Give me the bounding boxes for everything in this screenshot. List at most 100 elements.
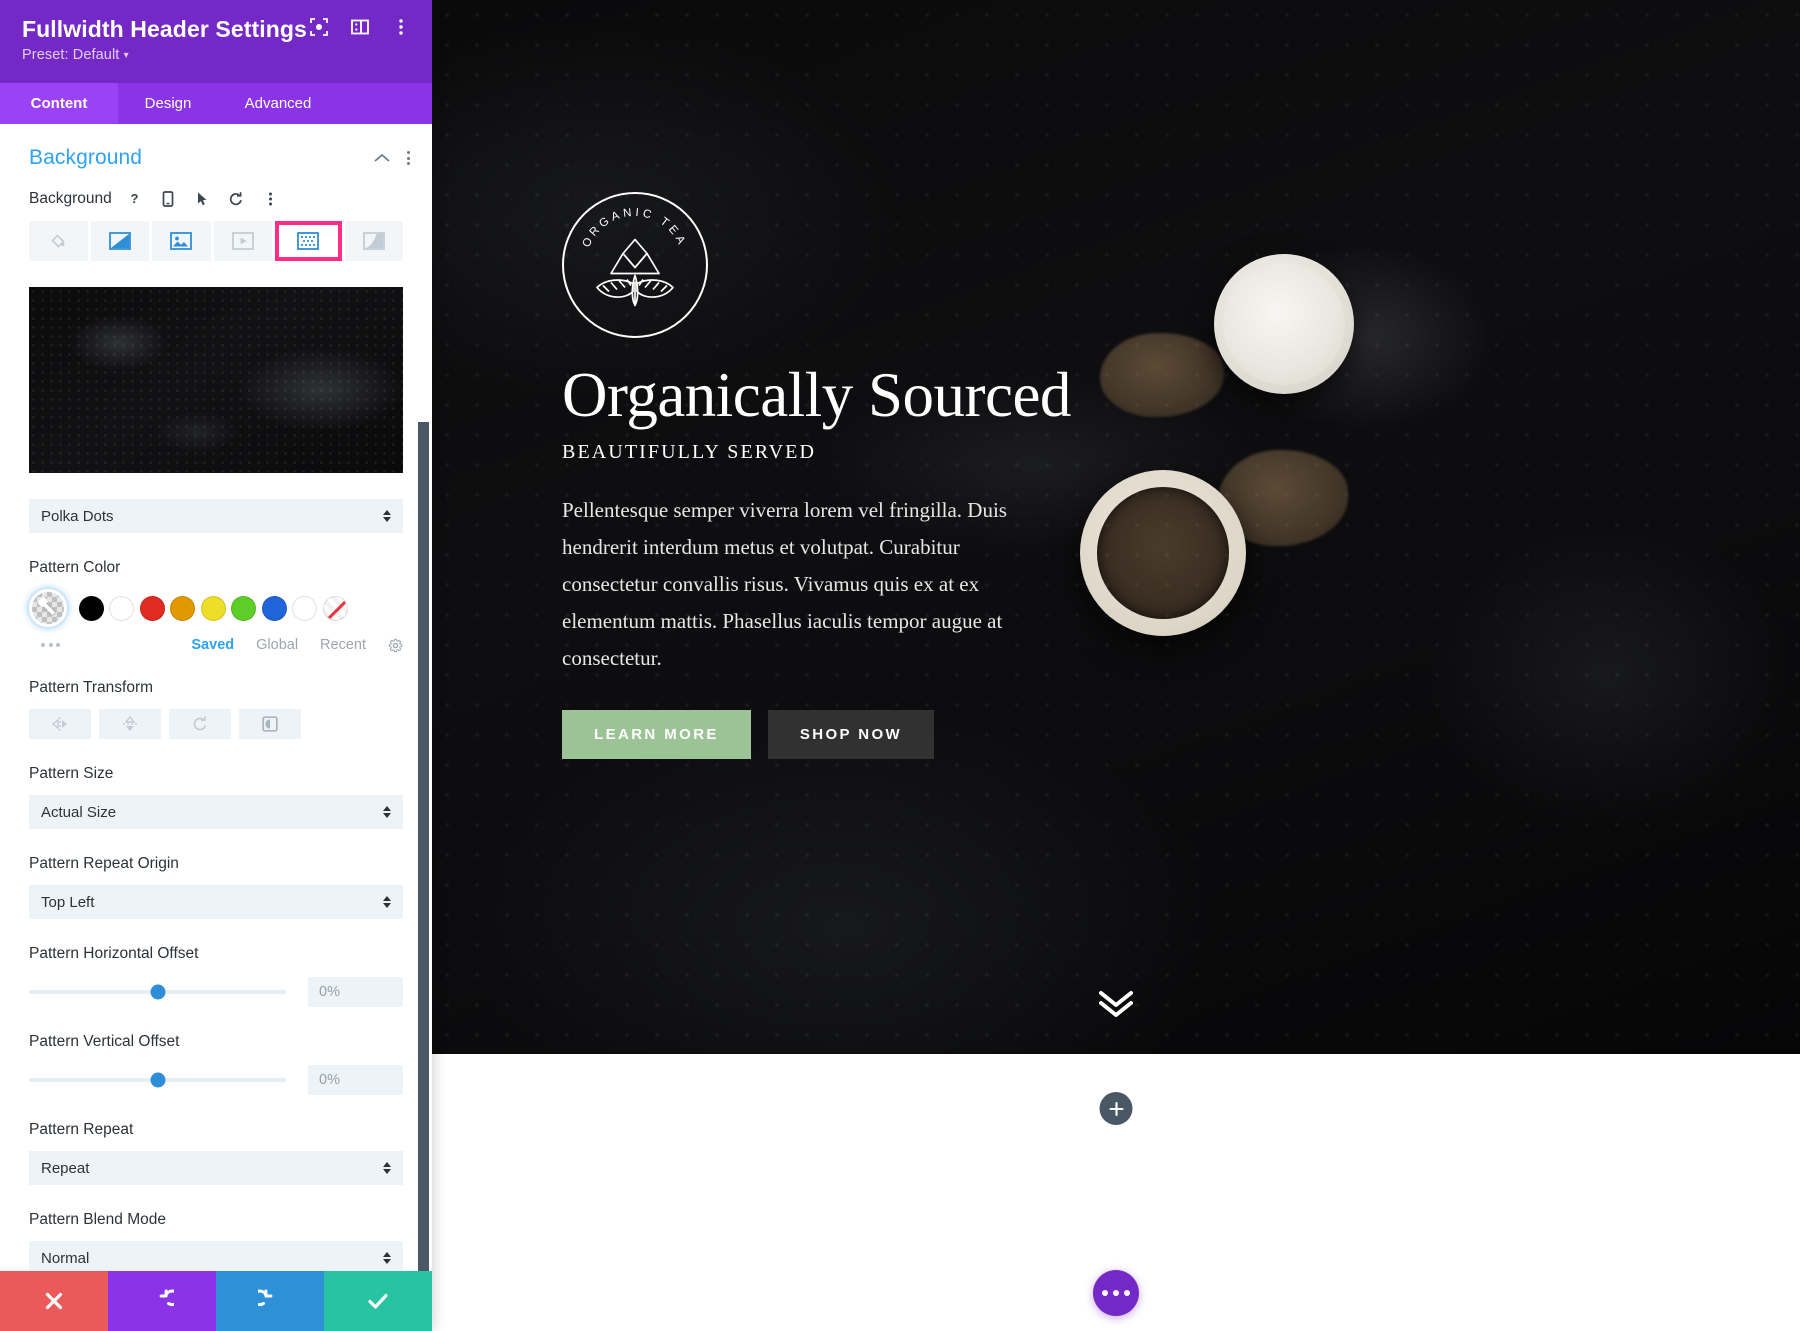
help-icon[interactable]: ? — [123, 187, 146, 210]
builder-body — [432, 1054, 1800, 1331]
preset-label: Preset: Default — [22, 47, 120, 63]
pattern-horizontal-offset-label: Pattern Horizontal Offset — [29, 945, 199, 962]
swatch-white[interactable] — [109, 595, 134, 621]
more-options-icon[interactable] — [407, 151, 410, 165]
background-color-tab[interactable] — [29, 221, 88, 261]
color-picker-eyedropper[interactable] — [29, 589, 67, 627]
save-button[interactable] — [324, 1271, 432, 1331]
tab-advanced[interactable]: Advanced — [218, 83, 338, 124]
no-color-swatch[interactable] — [322, 595, 348, 621]
fullwidth-header-module[interactable]: ORGANIC TEA Organically Sourced BEAUTIFU… — [432, 0, 1800, 1054]
panel-scrollbar[interactable] — [418, 422, 429, 1271]
swatch-black[interactable] — [78, 595, 104, 621]
redo-icon — [258, 1289, 273, 1307]
more-colors-icon[interactable] — [41, 643, 60, 647]
add-row-button[interactable] — [1099, 1092, 1133, 1125]
section-title: Background — [29, 146, 143, 169]
vertical-offset-slider[interactable] — [29, 1072, 286, 1088]
invert-button[interactable] — [239, 709, 301, 739]
pattern-size-select[interactable]: Actual Size — [29, 795, 403, 829]
settings-panel: Background Background ? Polka Dots Patte… — [0, 124, 432, 1271]
plus-icon — [1108, 1101, 1124, 1116]
slider-handle[interactable] — [150, 1072, 165, 1088]
pattern-repeat-select[interactable]: Repeat — [29, 1151, 403, 1185]
swatch-yellow[interactable] — [200, 595, 226, 621]
builder-menu-button[interactable] — [1093, 1270, 1139, 1316]
svg-text:?: ? — [130, 191, 138, 206]
flip-vertical-button[interactable] — [99, 709, 161, 739]
preset-selector[interactable]: Preset: Default ▾ — [22, 47, 410, 63]
background-gradient-tab[interactable] — [90, 221, 149, 261]
hero-buttons: LEARN MORE SHOP NOW — [562, 710, 1162, 759]
pattern-blend-mode-select[interactable]: Normal — [29, 1241, 403, 1271]
color-tab-recent[interactable]: Recent — [320, 637, 366, 653]
learn-more-button[interactable]: LEARN MORE — [562, 710, 751, 759]
chevron-updown-icon — [383, 1162, 391, 1174]
ellipsis-dot — [1102, 1290, 1108, 1296]
more-options-icon[interactable] — [390, 16, 412, 38]
rotate-button[interactable] — [169, 709, 231, 739]
shop-now-button[interactable]: SHOP NOW — [767, 710, 935, 759]
pattern-repeat-origin-label: Pattern Repeat Origin — [29, 855, 179, 872]
reset-icon[interactable] — [225, 187, 248, 210]
layout-toggle-icon[interactable] — [349, 16, 371, 38]
gear-icon[interactable] — [388, 638, 403, 653]
mountain-leaf-mark — [583, 233, 687, 314]
swatch-orange[interactable] — [170, 595, 195, 621]
ellipsis-dot — [1124, 1290, 1130, 1296]
modal-action-bar — [0, 1271, 432, 1331]
background-field-label: Background — [29, 189, 112, 207]
chevron-updown-icon — [383, 510, 391, 522]
responsive-icon[interactable] — [157, 187, 180, 210]
chevron-updown-icon — [383, 896, 391, 908]
tab-content[interactable]: Content — [0, 83, 118, 124]
check-icon — [368, 1293, 388, 1309]
redo-button[interactable] — [216, 1271, 324, 1331]
close-icon — [45, 1292, 63, 1310]
undo-button[interactable] — [108, 1271, 216, 1331]
pattern-transform-label: Pattern Transform — [29, 679, 154, 696]
hover-icon[interactable] — [191, 187, 214, 210]
slider-handle[interactable] — [150, 984, 165, 1000]
modal-header: Fullwidth Header Settings Preset: Defaul… — [0, 0, 432, 83]
pattern-blend-mode-label: Pattern Blend Mode — [29, 1211, 167, 1228]
background-type-tabs — [29, 221, 403, 261]
hero-content: ORGANIC TEA Organically Sourced BEAUTIFU… — [562, 192, 1162, 759]
double-chevron-down-icon[interactable] — [1093, 986, 1139, 1027]
color-tab-global[interactable]: Global — [256, 637, 298, 653]
tab-design[interactable]: Design — [118, 83, 218, 124]
background-video-tab[interactable] — [213, 221, 272, 261]
focus-icon[interactable] — [308, 16, 330, 38]
swatch-green[interactable] — [231, 595, 256, 621]
color-tab-saved[interactable]: Saved — [191, 637, 234, 653]
flip-horizontal-button[interactable] — [29, 709, 91, 739]
hero-subheading: BEAUTIFULLY SERVED — [562, 441, 817, 463]
pattern-vertical-offset-control: 0% — [29, 1065, 403, 1095]
background-field-row: Background ? — [0, 178, 432, 218]
background-section-header: Background — [0, 124, 432, 178]
pattern-color-meta: Saved Global Recent — [29, 637, 403, 653]
swatch-red[interactable] — [139, 595, 165, 621]
background-pattern-tab[interactable] — [275, 221, 342, 261]
horizontal-offset-slider[interactable] — [29, 984, 286, 1000]
hero-heading: Organically Sourced — [562, 360, 1071, 430]
more-icon[interactable] — [259, 187, 282, 210]
logo: ORGANIC TEA — [562, 192, 708, 338]
cancel-button[interactable] — [0, 1271, 108, 1331]
background-image-tab[interactable] — [152, 221, 211, 261]
pattern-transform-buttons — [29, 709, 403, 739]
swatch-blue[interactable] — [261, 595, 287, 621]
horizontal-offset-value[interactable]: 0% — [308, 977, 403, 1007]
background-mask-tab[interactable] — [344, 221, 403, 261]
swatch-white-2[interactable] — [292, 595, 317, 621]
pattern-vertical-offset-label: Pattern Vertical Offset — [29, 1033, 180, 1050]
pattern-repeat-origin-select[interactable]: Top Left — [29, 885, 403, 919]
vertical-offset-value[interactable]: 0% — [308, 1065, 403, 1095]
hero-paragraph: Pellentesque semper viverra lorem vel fr… — [562, 498, 1007, 670]
ellipsis-dot — [1113, 1290, 1119, 1296]
pattern-size-value: Actual Size — [41, 803, 117, 821]
pattern-repeat-label: Pattern Repeat — [29, 1121, 134, 1138]
pattern-repeat-origin-value: Top Left — [41, 893, 95, 911]
pattern-style-select[interactable]: Polka Dots — [29, 499, 403, 533]
chevron-up-icon[interactable] — [374, 150, 390, 167]
